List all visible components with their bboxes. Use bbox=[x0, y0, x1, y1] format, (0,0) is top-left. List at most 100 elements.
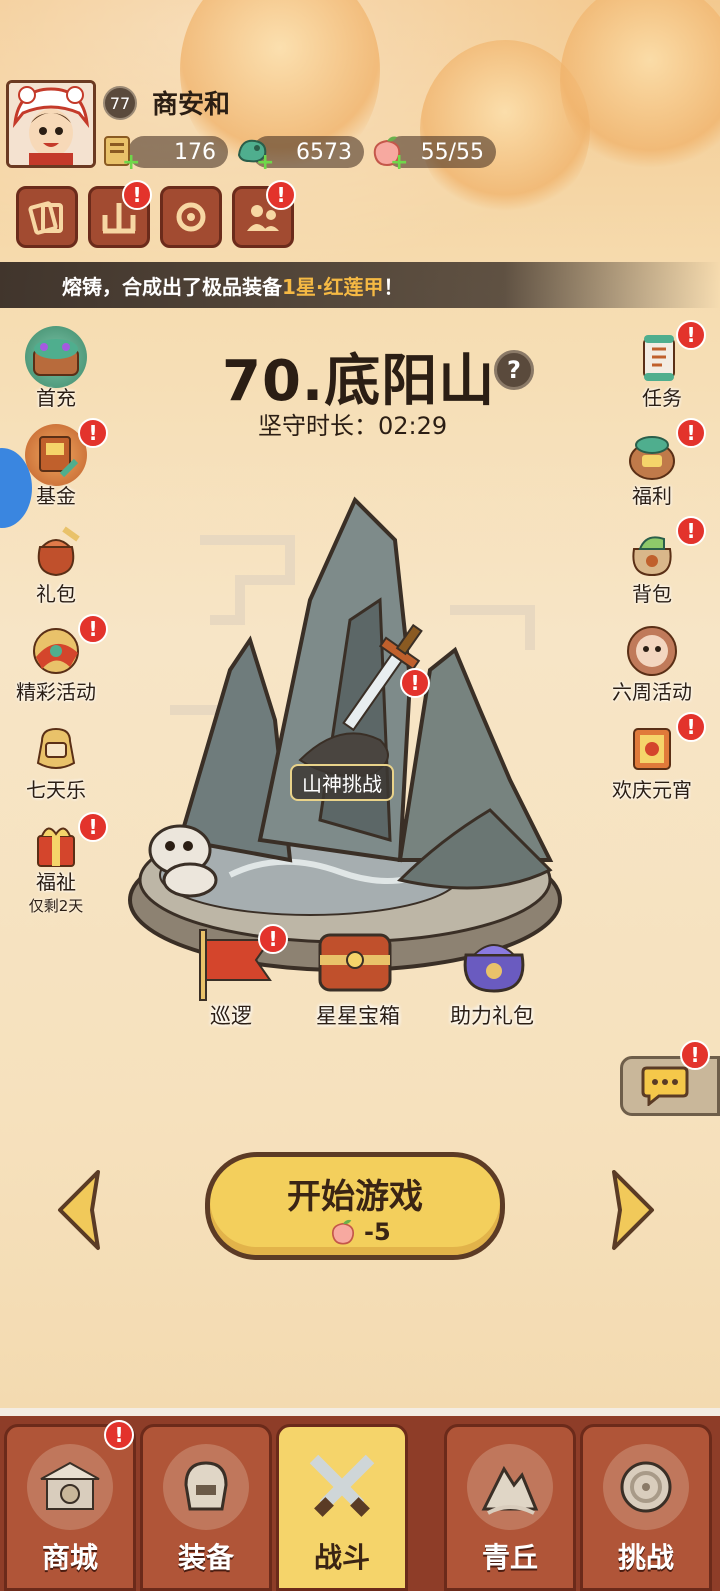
right-menu-label: 福利 bbox=[632, 484, 672, 508]
friends-badge: ! bbox=[266, 180, 296, 210]
help-icon[interactable]: ? bbox=[494, 350, 534, 390]
left-menu-label: 基金 bbox=[36, 484, 76, 508]
chat-badge: ! bbox=[680, 1040, 710, 1070]
task-badge: ! bbox=[676, 320, 706, 350]
seven-day-icon bbox=[25, 718, 87, 780]
resource-scroll-value: 176 bbox=[174, 139, 216, 165]
left-menu-sublabel: 仅剩2天 bbox=[28, 897, 84, 915]
tab-label: 战斗 bbox=[313, 1541, 370, 1574]
card-button[interactable] bbox=[16, 186, 78, 248]
chevron-right-icon bbox=[612, 1170, 654, 1250]
badge-glyph: ! bbox=[690, 1043, 700, 1067]
tab-qingqiu[interactable]: 青丘 bbox=[444, 1424, 576, 1591]
six-week-icon bbox=[621, 620, 683, 682]
challenge-orb-icon bbox=[603, 1444, 689, 1530]
right-menu-label: 任务 bbox=[642, 386, 682, 410]
resource-stamina-value: 55/55 bbox=[420, 139, 484, 165]
stage-title: 70.底阳山 bbox=[222, 349, 496, 414]
badge-glyph: ! bbox=[686, 421, 696, 445]
chat-bubble-icon bbox=[641, 1066, 689, 1106]
right-menu-label: 欢庆元宵 bbox=[612, 778, 692, 802]
qingqiu-mountain-icon bbox=[467, 1444, 553, 1530]
start-game-button[interactable]: 开始游戏 -5 bbox=[205, 1152, 505, 1260]
left-menu-gift-bag[interactable]: 礼包 bbox=[8, 522, 104, 612]
chevron-left-icon bbox=[58, 1170, 100, 1250]
events-badge: ! bbox=[78, 614, 108, 644]
tab-label: 青丘 bbox=[481, 1541, 538, 1574]
tab-label: 商城 bbox=[41, 1541, 98, 1574]
blessing-badge: ! bbox=[78, 812, 108, 842]
patrol-button[interactable]: 巡逻 bbox=[210, 1000, 252, 1030]
tab-challenge[interactable]: 挑战 bbox=[580, 1424, 712, 1591]
resource-jade-value: 6573 bbox=[296, 139, 352, 165]
player-level-badge: 77 bbox=[103, 86, 137, 120]
lantern-festival-icon bbox=[621, 718, 683, 780]
badge-glyph: ! bbox=[686, 323, 696, 347]
badge-glyph: ! bbox=[132, 183, 142, 207]
left-menu-label: 精彩活动 bbox=[16, 680, 96, 704]
badge-glyph: ! bbox=[686, 519, 696, 543]
map-item-label: 巡逻 bbox=[210, 1004, 252, 1028]
mountain-badge: ! bbox=[122, 180, 152, 210]
scroll-icon[interactable]: + bbox=[100, 132, 140, 174]
right-menu-label: 背包 bbox=[632, 582, 672, 606]
right-menu-six-week[interactable]: 六周活动 bbox=[604, 620, 700, 710]
tab-label: 装备 bbox=[177, 1541, 234, 1574]
settings-button[interactable] bbox=[160, 186, 222, 248]
mountain-challenge-badge: ! bbox=[400, 668, 430, 698]
player-level: 77 bbox=[109, 93, 131, 113]
peach-icon[interactable]: + bbox=[368, 132, 408, 174]
banner-highlight: 1星·红莲甲 bbox=[282, 274, 384, 299]
right-menu-label: 六周活动 bbox=[612, 680, 692, 704]
shop-badge: ! bbox=[104, 1420, 134, 1450]
left-menu-label: 福祉 bbox=[36, 870, 76, 894]
map-item-label: 星星宝箱 bbox=[316, 1004, 400, 1028]
badge-glyph: ! bbox=[88, 421, 98, 445]
badge-glyph: ! bbox=[276, 183, 286, 207]
peach-icon bbox=[331, 1219, 355, 1245]
mountain-god-challenge-button[interactable]: 山神挑战 bbox=[290, 764, 394, 801]
stage-map-illustration[interactable] bbox=[110, 480, 580, 1010]
assist-gift-button[interactable]: 助力礼包 bbox=[450, 1000, 534, 1030]
welfare-icon bbox=[621, 424, 683, 486]
jade-icon[interactable]: + bbox=[234, 132, 274, 174]
left-menu-seven-day[interactable]: 七天乐 bbox=[8, 718, 104, 808]
crossed-swords-icon bbox=[299, 1444, 385, 1530]
helmet-icon bbox=[163, 1444, 249, 1530]
badge-glyph: ! bbox=[114, 1423, 124, 1447]
shop-icon bbox=[27, 1444, 113, 1530]
backpack-badge: ! bbox=[676, 516, 706, 546]
welfare-badge: ! bbox=[676, 418, 706, 448]
bottom-navigation: 商城 ! 装备 战斗 青丘 挑战 bbox=[0, 1408, 720, 1591]
next-stage-arrow[interactable] bbox=[608, 1168, 658, 1252]
tab-equipment[interactable]: 装备 bbox=[140, 1424, 272, 1591]
map-item-label: 山神挑战 bbox=[302, 772, 382, 796]
resource-scroll-bar: 176 bbox=[128, 136, 228, 168]
help-glyph: ? bbox=[507, 356, 521, 384]
star-chest-button[interactable]: 星星宝箱 bbox=[316, 1000, 400, 1030]
patrol-badge: ! bbox=[258, 924, 288, 954]
left-menu-first-recharge[interactable]: 首充 bbox=[8, 326, 104, 416]
banner-prefix: 熔铸，合成出了极品装备 bbox=[62, 274, 282, 299]
badge-glyph: ! bbox=[88, 815, 98, 839]
tab-label: 挑战 bbox=[617, 1541, 674, 1574]
start-game-label: 开始游戏 bbox=[287, 1177, 423, 1217]
map-item-label: 助力礼包 bbox=[450, 1004, 534, 1028]
banner-suffix: ！ bbox=[383, 274, 404, 299]
start-game-cost: -5 bbox=[328, 1217, 391, 1247]
stage-hold-time: 坚守时长：02:29 bbox=[258, 412, 448, 440]
card-icon bbox=[28, 201, 63, 235]
player-avatar[interactable] bbox=[6, 80, 96, 168]
fund-badge: ! bbox=[78, 418, 108, 448]
left-menu-label: 七天乐 bbox=[26, 778, 86, 802]
left-menu-label: 首充 bbox=[36, 386, 76, 410]
gift-bag-icon bbox=[25, 522, 87, 584]
badge-glyph: ! bbox=[686, 715, 696, 739]
tab-battle[interactable]: 战斗 bbox=[276, 1424, 408, 1591]
previous-stage-arrow[interactable] bbox=[54, 1168, 104, 1252]
settings-icon bbox=[176, 202, 206, 232]
badge-glyph: ! bbox=[88, 617, 98, 641]
player-name: 商安和 bbox=[152, 90, 231, 120]
lantern-festival-badge: ! bbox=[676, 712, 706, 742]
badge-glyph: ! bbox=[268, 927, 278, 951]
